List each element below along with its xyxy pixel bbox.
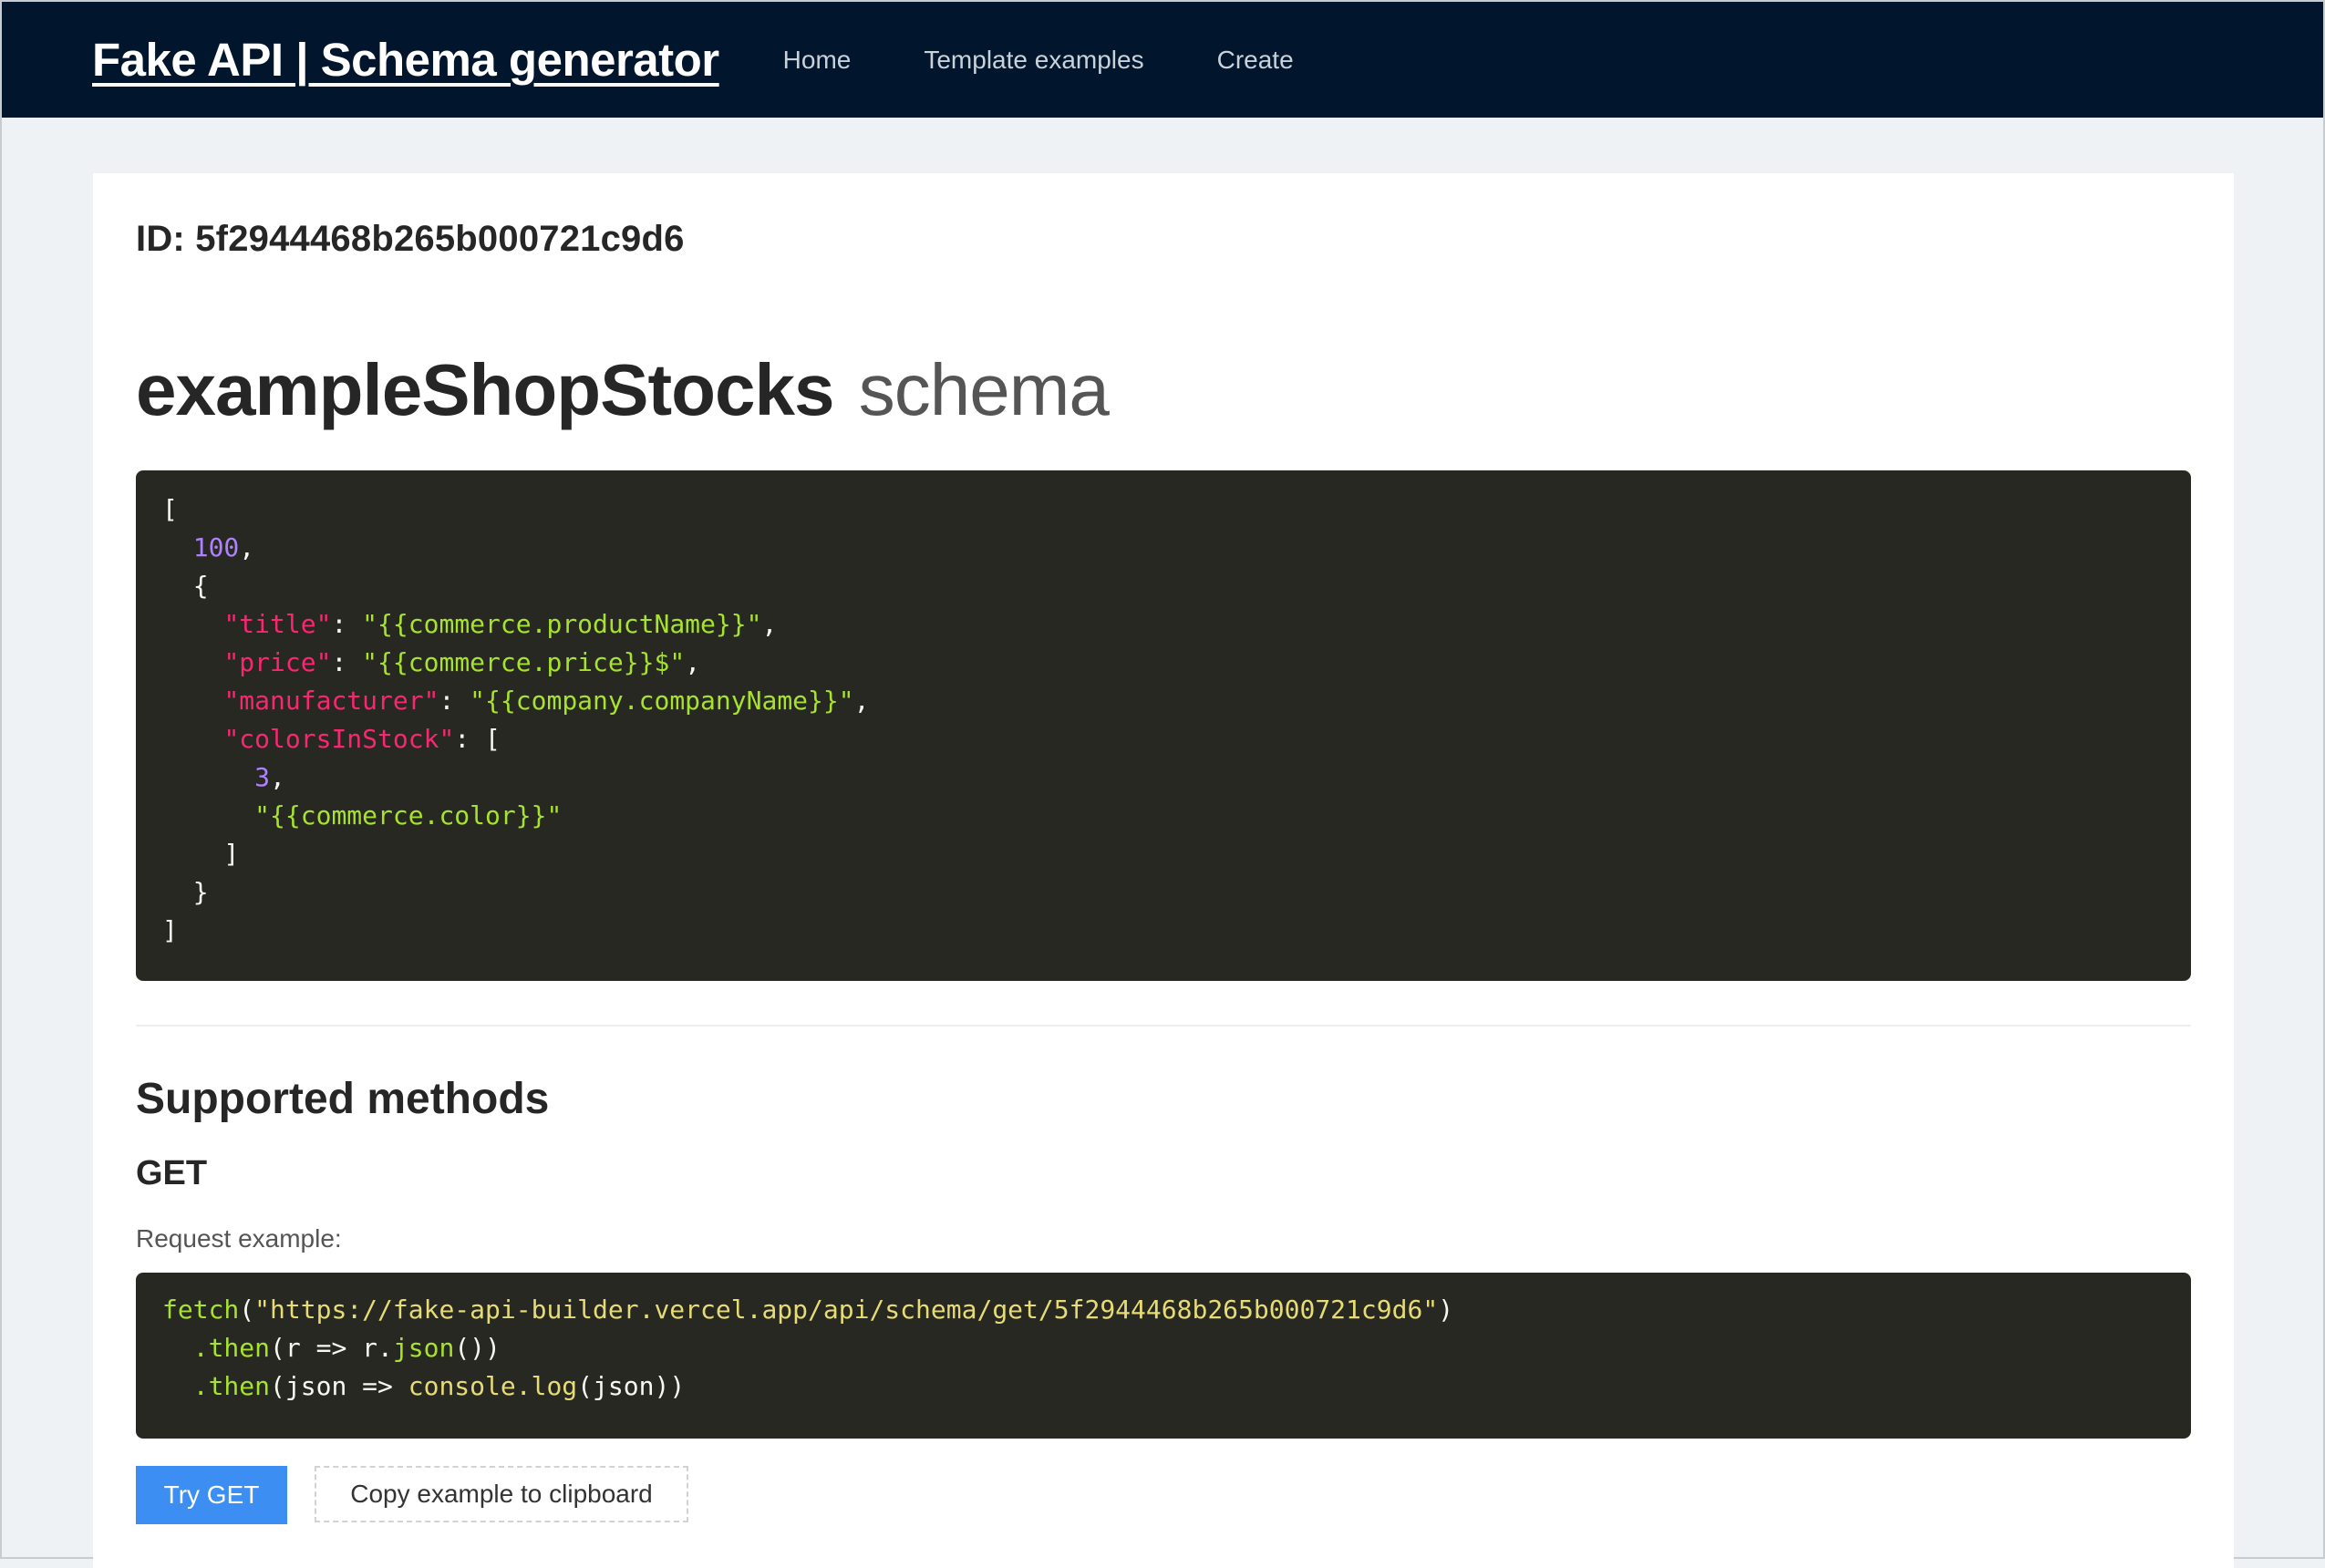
code-then-2: .then [192, 1371, 271, 1401]
code-key-price: "price" [223, 647, 332, 677]
code-then-2-tail: (json)) [577, 1371, 686, 1401]
nav-link-create[interactable]: Create [1217, 46, 1294, 75]
nav-link-home[interactable]: Home [783, 46, 852, 75]
supported-methods-heading: Supported methods [136, 1075, 550, 1123]
code-key-colors: "colorsInStock" [223, 724, 455, 754]
nav-link-template-examples[interactable]: Template examples [924, 46, 1143, 75]
code-then-1-args: (r => r. [270, 1333, 393, 1363]
code-value-price: "{{commerce.price}}$" [362, 647, 686, 677]
code-then-1-tail: ()) [454, 1333, 501, 1363]
request-example-label: Request example: [136, 1224, 342, 1253]
code-colors-item: "{{commerce.color}}" [254, 800, 563, 830]
get-heading: GET [136, 1154, 208, 1192]
code-console-fn: console.log [408, 1371, 578, 1401]
code-key-title: "title" [223, 609, 332, 639]
code-count: 100 [192, 532, 240, 562]
schema-code-block: [ 100, { "title": "{{commerce.productNam… [136, 470, 2191, 981]
try-get-button[interactable]: Try GET [136, 1466, 287, 1524]
code-colors-count: 3 [254, 762, 271, 792]
code-url: "https://fake-api-builder.vercel.app/api… [254, 1295, 1439, 1325]
top-navbar: Fake API | Schema generator Home Templat… [2, 2, 2323, 118]
code-then-1: .then [192, 1333, 271, 1363]
code-value-manufacturer: "{{company.companyName}}" [470, 686, 854, 716]
schema-title: exampleShopStocks schema [136, 348, 1110, 432]
code-key-manufacturer: "manufacturer" [223, 686, 439, 716]
schema-name: exampleShopStocks [136, 349, 834, 430]
schema-suffix: schema [858, 349, 1110, 430]
schema-card: ID: 5f2944468b265b000721c9d6 exampleShop… [93, 173, 2234, 1568]
brand-link[interactable]: Fake API | Schema generator [92, 33, 719, 87]
code-then-2-args: (json => [270, 1371, 408, 1401]
code-value-title: "{{commerce.productName}}" [362, 609, 762, 639]
code-fetch-fn: fetch [162, 1295, 240, 1325]
section-divider [136, 1025, 2191, 1026]
code-json-fn: json [392, 1333, 455, 1363]
copy-example-button[interactable]: Copy example to clipboard [315, 1466, 688, 1522]
schema-id: ID: 5f2944468b265b000721c9d6 [136, 219, 685, 259]
get-code-block: fetch("https://fake-api-builder.vercel.a… [136, 1273, 2191, 1439]
